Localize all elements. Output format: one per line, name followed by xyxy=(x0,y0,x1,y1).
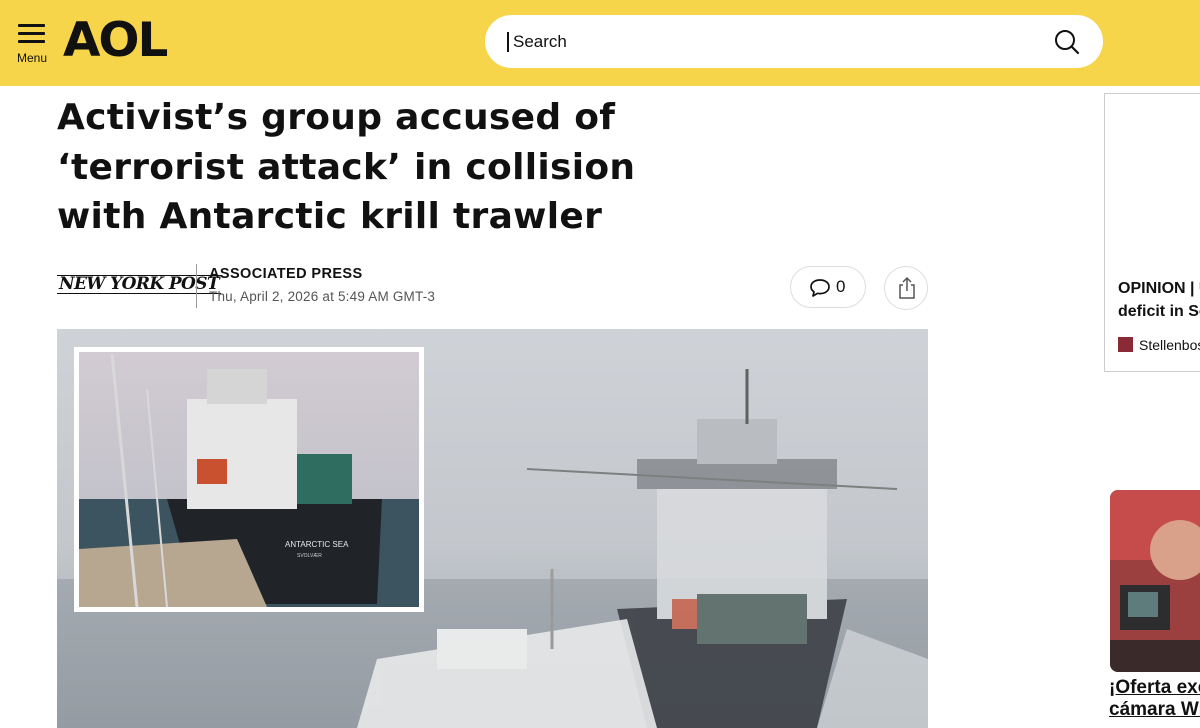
source-logo-icon xyxy=(1118,337,1133,352)
inset-ship-name: ANTARCTIC SEA xyxy=(285,540,349,549)
inset-ship-port: SVOLVÆR xyxy=(297,553,322,559)
search-input[interactable] xyxy=(513,28,1033,56)
search-icon[interactable] xyxy=(1053,28,1081,56)
ad-title: OPINION | U deficit in So xyxy=(1118,280,1200,320)
article-headline: Activist’s group accused of ‘terrorist a… xyxy=(57,97,636,237)
ad-source: Stellenbos xyxy=(1118,337,1200,353)
comments-button[interactable]: 0 xyxy=(790,266,866,308)
comment-count: 0 xyxy=(836,277,846,296)
byline-divider xyxy=(196,264,197,308)
article-byline: NEW YORK POST ASSOCIATED PRESS Thu, Apri… xyxy=(57,262,928,312)
top-header: Menu AOL xyxy=(0,0,1200,86)
aol-logo[interactable]: AOL xyxy=(63,17,168,64)
promo-headline[interactable]: ¡Oferta exc cámara Wi xyxy=(1109,677,1200,721)
share-button[interactable] xyxy=(884,266,928,310)
text-caret xyxy=(507,32,509,52)
menu-label: Menu xyxy=(16,51,48,65)
share-icon xyxy=(899,276,915,299)
article-date: Thu, April 2, 2026 at 5:49 AM GMT-3 xyxy=(209,289,436,304)
search-bar xyxy=(485,15,1103,68)
article-author: ASSOCIATED PRESS xyxy=(209,266,363,282)
promo-image[interactable] xyxy=(1110,490,1200,672)
article-hero-image[interactable]: ANTARCTIC SEA SVOLVÆR xyxy=(57,329,928,728)
comment-icon xyxy=(810,279,830,297)
sidebar-ad[interactable]: OPINION | U deficit in So Stellenbos xyxy=(1104,93,1200,372)
inset-photo: ANTARCTIC SEA SVOLVÆR xyxy=(74,347,424,612)
menu-icon xyxy=(18,24,45,44)
menu-button[interactable]: Menu xyxy=(14,22,50,66)
